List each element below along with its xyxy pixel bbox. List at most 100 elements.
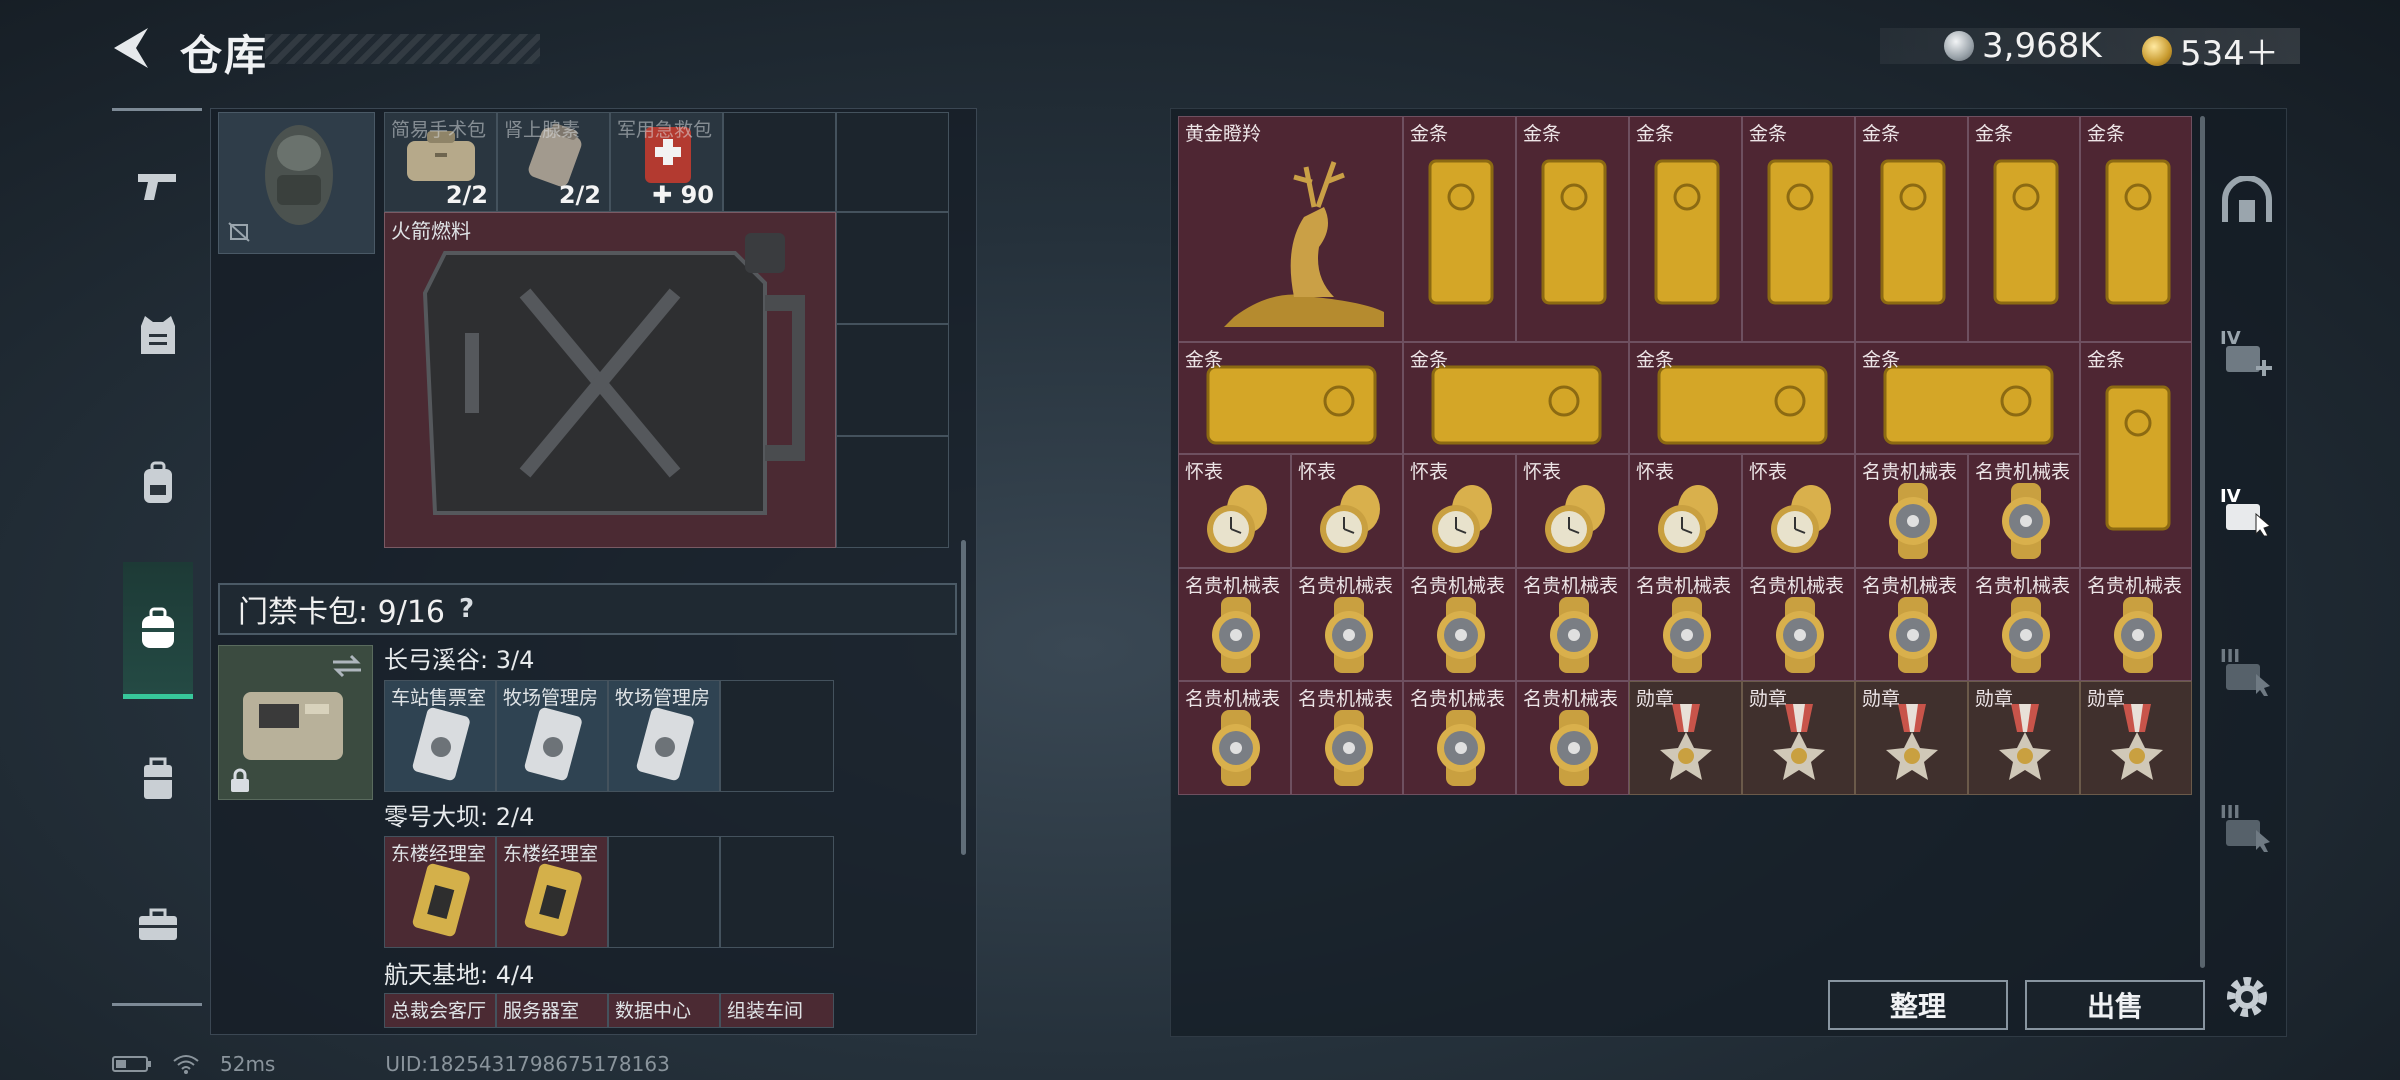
pocket-watch-item[interactable]: 怀表 — [1516, 454, 1629, 568]
back-arrow-icon[interactable] — [110, 26, 152, 70]
stash-tab-iii-2[interactable]: III — [2212, 794, 2282, 864]
pocket-watch-item[interactable]: 怀表 — [1629, 454, 1742, 568]
keycard-slot[interactable]: 组装车间 — [720, 993, 834, 1028]
keycard-slot[interactable]: 数据中心 — [608, 993, 720, 1028]
luxury-watch-item[interactable]: 名贵机械表 — [1742, 568, 1855, 681]
luxury-watch-item[interactable]: 名贵机械表 — [1291, 568, 1403, 681]
gold-bar-item[interactable]: 金条 — [1629, 116, 1742, 342]
item-label: 勋章 — [2087, 688, 2126, 710]
gold-bar-item[interactable]: 金条 — [1403, 342, 1629, 454]
keycard-slot[interactable]: 牧场管理房 — [496, 680, 608, 792]
gold-gazelle-item[interactable]: 黄金瞪羚 — [1178, 116, 1403, 342]
gear-icon[interactable] — [2220, 970, 2274, 1024]
luxury-watch-item[interactable]: 名贵机械表 — [2080, 568, 2192, 681]
currency-gold[interactable]: 534＋ — [2142, 26, 2279, 75]
rocket-fuel-item[interactable]: 火箭燃料 — [384, 212, 836, 548]
item-label: 金条 — [1862, 123, 1901, 145]
empty-slot[interactable] — [836, 324, 949, 436]
gold-bar-item[interactable]: 金条 — [1855, 116, 1968, 342]
luxury-watch-item[interactable]: 名贵机械表 — [1968, 568, 2080, 681]
empty-keycard-slot[interactable] — [608, 836, 720, 948]
medal-item[interactable]: 勋章 — [1742, 681, 1855, 795]
help-button[interactable]: ? — [459, 594, 474, 624]
medal-item[interactable]: 勋章 — [1629, 681, 1742, 795]
gold-bar-item[interactable]: 金条 — [2080, 116, 2192, 342]
right-scrollbar[interactable] — [2200, 116, 2205, 968]
rail-tab-weapons[interactable] — [123, 146, 193, 228]
luxury-watch-item[interactable]: 名贵机械表 — [1516, 681, 1629, 795]
empty-slot[interactable] — [836, 436, 949, 548]
gold-keycard-icon — [412, 863, 470, 937]
luxury-watch-item[interactable]: 名贵机械表 — [1855, 568, 1968, 681]
gold-bar-item[interactable]: 金条 — [2080, 342, 2192, 568]
rail-tab-armor[interactable] — [123, 294, 193, 376]
backpack-slot[interactable] — [218, 112, 375, 254]
stash-tab-main[interactable] — [2212, 166, 2282, 236]
item-label: 怀表 — [1523, 461, 1562, 483]
luxury-watch-item[interactable]: 名贵机械表 — [1968, 454, 2080, 568]
gold-bar-item[interactable]: 金条 — [1629, 342, 1855, 454]
empty-slot[interactable] — [723, 112, 836, 212]
luxury-watch-item[interactable]: 名贵机械表 — [1516, 568, 1629, 681]
pocket-watch-item[interactable]: 怀表 — [1742, 454, 1855, 568]
empty-keycard-slot[interactable] — [720, 680, 834, 792]
luxury-watch-item[interactable]: 名贵机械表 — [1178, 681, 1291, 795]
sell-button[interactable]: 出售 — [2025, 980, 2205, 1030]
empty-slot[interactable] — [836, 212, 949, 324]
luxury-watch-item[interactable]: 名贵机械表 — [1403, 681, 1516, 795]
empty-slot[interactable] — [836, 112, 949, 212]
rail-tab-case[interactable] — [123, 738, 193, 820]
gold-bar-item[interactable]: 金条 — [1968, 116, 2080, 342]
medal-item[interactable]: 勋章 — [1968, 681, 2080, 795]
keycard-holder-slot[interactable] — [218, 645, 373, 800]
keycard-slot[interactable]: 牧场管理房 — [608, 680, 720, 792]
gold-bar-item[interactable]: 金条 — [1178, 342, 1403, 454]
inventory-slot[interactable]: 肾上腺素 2/2 — [497, 112, 610, 212]
inventory-slot[interactable]: 军用急救包 ✚ 90 — [610, 112, 723, 212]
currency-gold-value: 534＋ — [2180, 34, 2279, 74]
swap-icon[interactable] — [331, 654, 363, 678]
keycard-pack-label: 门禁卡包: 9/16 — [238, 595, 446, 630]
keycard-slot[interactable]: 车站售票室 — [384, 680, 496, 792]
rail-tab-toolbox[interactable] — [123, 884, 193, 966]
rail-tab-safebox[interactable] — [123, 562, 193, 699]
gold-bar-item[interactable]: 金条 — [1855, 342, 2080, 454]
gold-bar-item[interactable]: 金条 — [1742, 116, 1855, 342]
luxury-watch-item[interactable]: 名贵机械表 — [1403, 568, 1516, 681]
stash-tab-iv-add[interactable]: IV — [2212, 320, 2282, 390]
inventory-slot[interactable]: 简易手术包 2/2 — [384, 112, 497, 212]
luxury-watch-item[interactable]: 名贵机械表 — [1178, 568, 1291, 681]
luxury-watch-icon — [1550, 710, 1598, 786]
keycard-slot[interactable]: 服务器室 — [496, 993, 608, 1028]
keycard-slot[interactable]: 东楼经理室 — [496, 836, 608, 948]
gold-bar-vertical-icon — [1654, 159, 1720, 305]
luxury-watch-item[interactable]: 名贵机械表 — [1855, 454, 1968, 568]
medal-item[interactable]: 勋章 — [1855, 681, 1968, 795]
pocket-watch-item[interactable]: 怀表 — [1178, 454, 1291, 568]
pocket-watch-item[interactable]: 怀表 — [1403, 454, 1516, 568]
medal-item[interactable]: 勋章 — [2080, 681, 2192, 795]
stash-tab-iii[interactable]: III — [2212, 638, 2282, 708]
empty-keycard-slot[interactable] — [720, 836, 834, 948]
pocket-watch-item[interactable]: 怀表 — [1291, 454, 1403, 568]
gold-bar-vertical-icon — [1880, 159, 1946, 305]
currency-silver[interactable]: 3,968K — [1944, 26, 2102, 66]
gold-bar-item[interactable]: 金条 — [1516, 116, 1629, 342]
keycard-slot[interactable]: 东楼经理室 — [384, 836, 496, 948]
item-label: 勋章 — [1636, 688, 1675, 710]
item-label: 金条 — [2087, 123, 2126, 145]
medal-icon — [1999, 704, 2051, 780]
battery-icon — [112, 1056, 151, 1072]
keycard-slot[interactable]: 总裁会客厅 — [384, 993, 496, 1028]
luxury-watch-item[interactable]: 名贵机械表 — [1291, 681, 1403, 795]
tactical-backpack-icon — [228, 125, 333, 242]
rail-tab-backpack[interactable] — [123, 442, 193, 524]
stash-tab-iv-active[interactable]: IV — [2212, 478, 2282, 548]
pocket-watch-icon — [1432, 485, 1492, 553]
gold-bar-item[interactable]: 金条 — [1403, 116, 1516, 342]
luxury-watch-item[interactable]: 名贵机械表 — [1629, 568, 1742, 681]
left-scrollbar[interactable] — [961, 540, 966, 855]
sort-button[interactable]: 整理 — [1828, 980, 2008, 1030]
item-label: 名贵机械表 — [2087, 575, 2183, 597]
card-holder-icon — [243, 692, 343, 760]
